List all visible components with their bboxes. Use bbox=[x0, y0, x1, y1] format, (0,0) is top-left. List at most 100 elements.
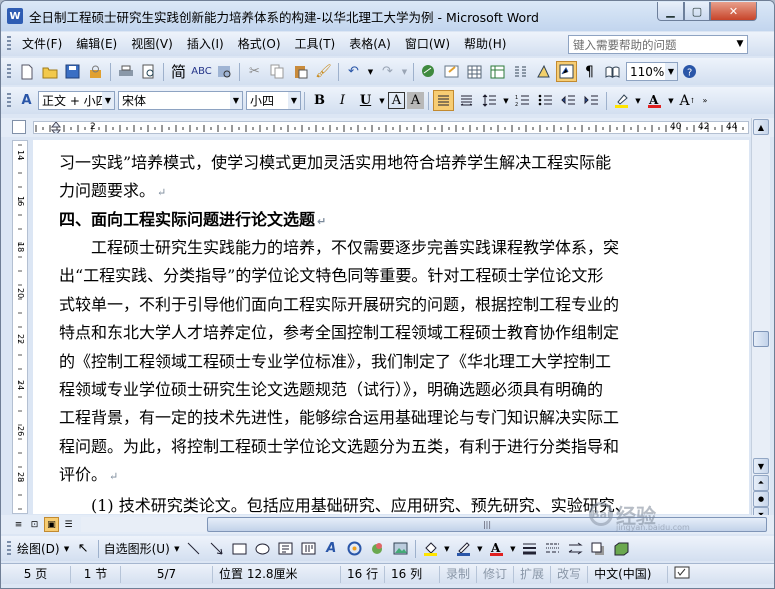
tables-borders-icon[interactable] bbox=[441, 61, 462, 82]
shadow-style-icon[interactable] bbox=[588, 538, 609, 559]
help-dropdown-icon[interactable]: ▼ bbox=[734, 36, 746, 52]
vertical-scroll-thumb[interactable] bbox=[753, 331, 769, 347]
underline-icon[interactable]: U bbox=[355, 90, 376, 111]
text-box-icon[interactable] bbox=[275, 538, 296, 559]
redo-icon[interactable]: ↷ bbox=[377, 61, 398, 82]
diagram-icon[interactable] bbox=[344, 538, 365, 559]
arrow-style-icon[interactable] bbox=[565, 538, 586, 559]
minimize-button[interactable]: ▁ bbox=[657, 2, 684, 21]
highlight-dropdown-icon[interactable]: ▼ bbox=[634, 90, 642, 111]
bold-icon[interactable]: B bbox=[309, 90, 330, 111]
wordart-icon[interactable]: A bbox=[321, 538, 342, 559]
help-search-input[interactable]: 键入需要帮助的问题 bbox=[568, 35, 748, 54]
paste-icon[interactable] bbox=[290, 61, 311, 82]
draw-menu-dropdown-icon[interactable]: ▼ bbox=[63, 538, 71, 559]
zoom-combo[interactable]: 110% ▼ bbox=[626, 62, 678, 81]
print-preview-icon[interactable] bbox=[138, 61, 159, 82]
outline-view-icon[interactable]: ☰ bbox=[61, 517, 76, 532]
bullets-icon[interactable] bbox=[535, 90, 556, 111]
justify-icon[interactable] bbox=[433, 90, 454, 111]
toolbar-grip[interactable] bbox=[7, 36, 11, 52]
distributed-icon[interactable] bbox=[456, 90, 477, 111]
menu-view[interactable]: 视图(V) bbox=[124, 34, 180, 54]
insert-picture-icon[interactable] bbox=[390, 538, 411, 559]
styles-formatting-icon[interactable]: A bbox=[16, 90, 37, 111]
undo-icon[interactable]: ↶ bbox=[343, 61, 364, 82]
help-icon[interactable]: ? bbox=[679, 61, 700, 82]
toolbar-grip[interactable] bbox=[7, 92, 11, 109]
spelling-grammar-icon[interactable]: ABC bbox=[191, 61, 212, 82]
drawing-font-color-dropdown-icon[interactable]: ▼ bbox=[509, 538, 517, 559]
fill-color-dropdown-icon[interactable]: ▼ bbox=[443, 538, 451, 559]
style-combo[interactable]: 正文 + 小四 ▼ bbox=[38, 91, 115, 110]
status-line[interactable]: 16 行 bbox=[341, 565, 385, 583]
close-button[interactable]: ✕ bbox=[710, 2, 757, 21]
insert-table-icon[interactable] bbox=[464, 61, 485, 82]
normal-view-icon[interactable]: ≡ bbox=[11, 517, 26, 532]
word-app-icon[interactable]: W bbox=[7, 8, 23, 24]
menu-window[interactable]: 窗口(W) bbox=[398, 34, 457, 54]
drawing-icon[interactable] bbox=[533, 61, 554, 82]
status-rec[interactable]: 录制 bbox=[440, 565, 478, 583]
autoshapes-menu[interactable]: 自选图形(U) bbox=[102, 540, 172, 557]
menu-format[interactable]: 格式(O) bbox=[231, 34, 288, 54]
research-icon[interactable] bbox=[214, 61, 235, 82]
rectangle-icon[interactable] bbox=[229, 538, 250, 559]
line-color-icon[interactable] bbox=[453, 538, 474, 559]
menu-table[interactable]: 表格(A) bbox=[342, 34, 398, 54]
font-color-dropdown-icon[interactable]: ▼ bbox=[667, 90, 675, 111]
status-section[interactable]: 1 节 bbox=[71, 565, 121, 583]
maximize-button[interactable]: ▢ bbox=[684, 2, 710, 21]
format-painter-icon[interactable]: 🖌 bbox=[313, 61, 334, 82]
font-size-dropdown-icon[interactable]: ▼ bbox=[288, 92, 300, 109]
previous-page-icon[interactable]: ⏶ bbox=[753, 475, 769, 491]
tab-selector[interactable] bbox=[12, 120, 26, 134]
font-dropdown-icon[interactable]: ▼ bbox=[230, 92, 242, 109]
line-spacing-icon[interactable] bbox=[479, 90, 500, 111]
line-style-icon[interactable] bbox=[519, 538, 540, 559]
indent-marker-icon[interactable] bbox=[50, 122, 62, 134]
autoshapes-dropdown-icon[interactable]: ▼ bbox=[173, 538, 181, 559]
decrease-indent-icon[interactable] bbox=[558, 90, 579, 111]
columns-icon[interactable] bbox=[510, 61, 531, 82]
character-shading-icon[interactable]: A bbox=[407, 92, 424, 109]
underline-dropdown-icon[interactable]: ▼ bbox=[378, 90, 386, 111]
status-column[interactable]: 16 列 bbox=[385, 565, 440, 583]
font-combo[interactable]: 宋体 ▼ bbox=[118, 91, 243, 110]
oval-icon[interactable] bbox=[252, 538, 273, 559]
status-ovr[interactable]: 改写 bbox=[551, 565, 589, 583]
italic-icon[interactable]: I bbox=[332, 90, 353, 111]
fill-color-icon[interactable] bbox=[420, 538, 441, 559]
drawing-font-color-icon[interactable]: A bbox=[486, 538, 507, 559]
zoom-dropdown-icon[interactable]: ▼ bbox=[665, 63, 677, 80]
status-page[interactable]: 5 页 bbox=[1, 565, 71, 583]
show-hide-icon[interactable]: ¶ bbox=[579, 61, 600, 82]
line-icon[interactable] bbox=[183, 538, 204, 559]
increase-indent-icon[interactable] bbox=[581, 90, 602, 111]
vertical-text-box-icon[interactable] bbox=[298, 538, 319, 559]
menu-edit[interactable]: 编辑(E) bbox=[69, 34, 124, 54]
dash-style-icon[interactable] bbox=[542, 538, 563, 559]
new-document-icon[interactable] bbox=[16, 61, 37, 82]
status-page-of[interactable]: 5/7 bbox=[121, 565, 213, 583]
draw-menu[interactable]: 绘图(D) bbox=[15, 540, 62, 557]
menu-tools[interactable]: 工具(T) bbox=[288, 34, 343, 54]
numbering-icon[interactable]: 12 bbox=[512, 90, 533, 111]
arrow-icon[interactable] bbox=[206, 538, 227, 559]
menu-insert[interactable]: 插入(I) bbox=[180, 34, 231, 54]
status-trk[interactable]: 修订 bbox=[477, 565, 515, 583]
vertical-ruler[interactable]: 14 16 18 20 22 24 26 28 bbox=[12, 140, 28, 514]
font-color-icon[interactable]: A bbox=[644, 90, 665, 111]
toolbar-grip[interactable] bbox=[7, 63, 11, 80]
highlight-icon[interactable] bbox=[611, 90, 632, 111]
simplified-chinese-icon[interactable]: 简 bbox=[168, 61, 189, 82]
horizontal-ruler[interactable]: 2 40 42 44 bbox=[33, 121, 749, 134]
status-language[interactable]: 中文(中国) bbox=[588, 565, 669, 583]
spelling-status-icon[interactable] bbox=[668, 566, 696, 583]
line-spacing-dropdown-icon[interactable]: ▼ bbox=[502, 90, 510, 111]
open-folder-icon[interactable] bbox=[39, 61, 60, 82]
font-size-combo[interactable]: 小四 ▼ bbox=[246, 91, 301, 110]
insert-excel-icon[interactable] bbox=[487, 61, 508, 82]
document-page[interactable]: 习一实践”培养模式，使学习模式更加灵活实用地符合培养学生解决工程实际能 力问题要求… bbox=[33, 140, 749, 514]
scroll-up-icon[interactable]: ▲ bbox=[753, 119, 769, 135]
